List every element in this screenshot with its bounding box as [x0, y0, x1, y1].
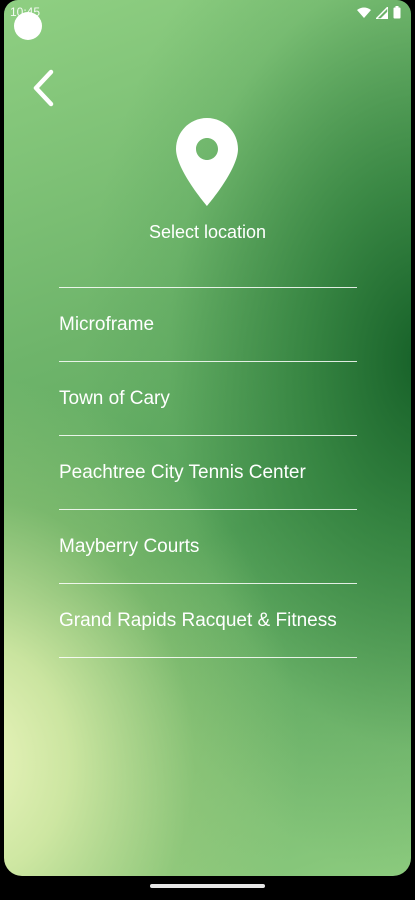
- phone-frame: 10:45 Sel: [0, 0, 415, 900]
- wifi-icon: [357, 7, 371, 18]
- location-label: Peachtree City Tennis Center: [59, 461, 306, 483]
- location-item-peachtree-city-tennis-center[interactable]: Peachtree City Tennis Center: [59, 436, 357, 510]
- map-pin-icon: [176, 118, 238, 206]
- location-item-town-of-cary[interactable]: Town of Cary: [59, 362, 357, 436]
- location-list: Microframe Town of Cary Peachtree City T…: [59, 287, 357, 658]
- location-label: Grand Rapids Racquet & Fitness: [59, 609, 337, 631]
- battery-icon: [393, 6, 401, 19]
- location-label: Town of Cary: [59, 387, 170, 409]
- status-bar: 10:45: [4, 0, 411, 26]
- home-indicator[interactable]: [150, 884, 265, 888]
- status-icons: [357, 6, 401, 19]
- app-screen: 10:45 Sel: [4, 0, 411, 876]
- camera-cutout: [14, 12, 42, 40]
- page-title: Select location: [148, 222, 267, 242]
- back-button[interactable]: [26, 66, 62, 110]
- location-item-mayberry-courts[interactable]: Mayberry Courts: [59, 510, 357, 584]
- chevron-left-icon: [33, 69, 54, 107]
- location-item-grand-rapids-racquet-fitness[interactable]: Grand Rapids Racquet & Fitness: [59, 584, 357, 658]
- location-item-microframe[interactable]: Microframe: [59, 288, 357, 362]
- location-label: Microframe: [59, 313, 155, 335]
- location-label: Mayberry Courts: [59, 535, 200, 557]
- signal-icon: [376, 6, 388, 19]
